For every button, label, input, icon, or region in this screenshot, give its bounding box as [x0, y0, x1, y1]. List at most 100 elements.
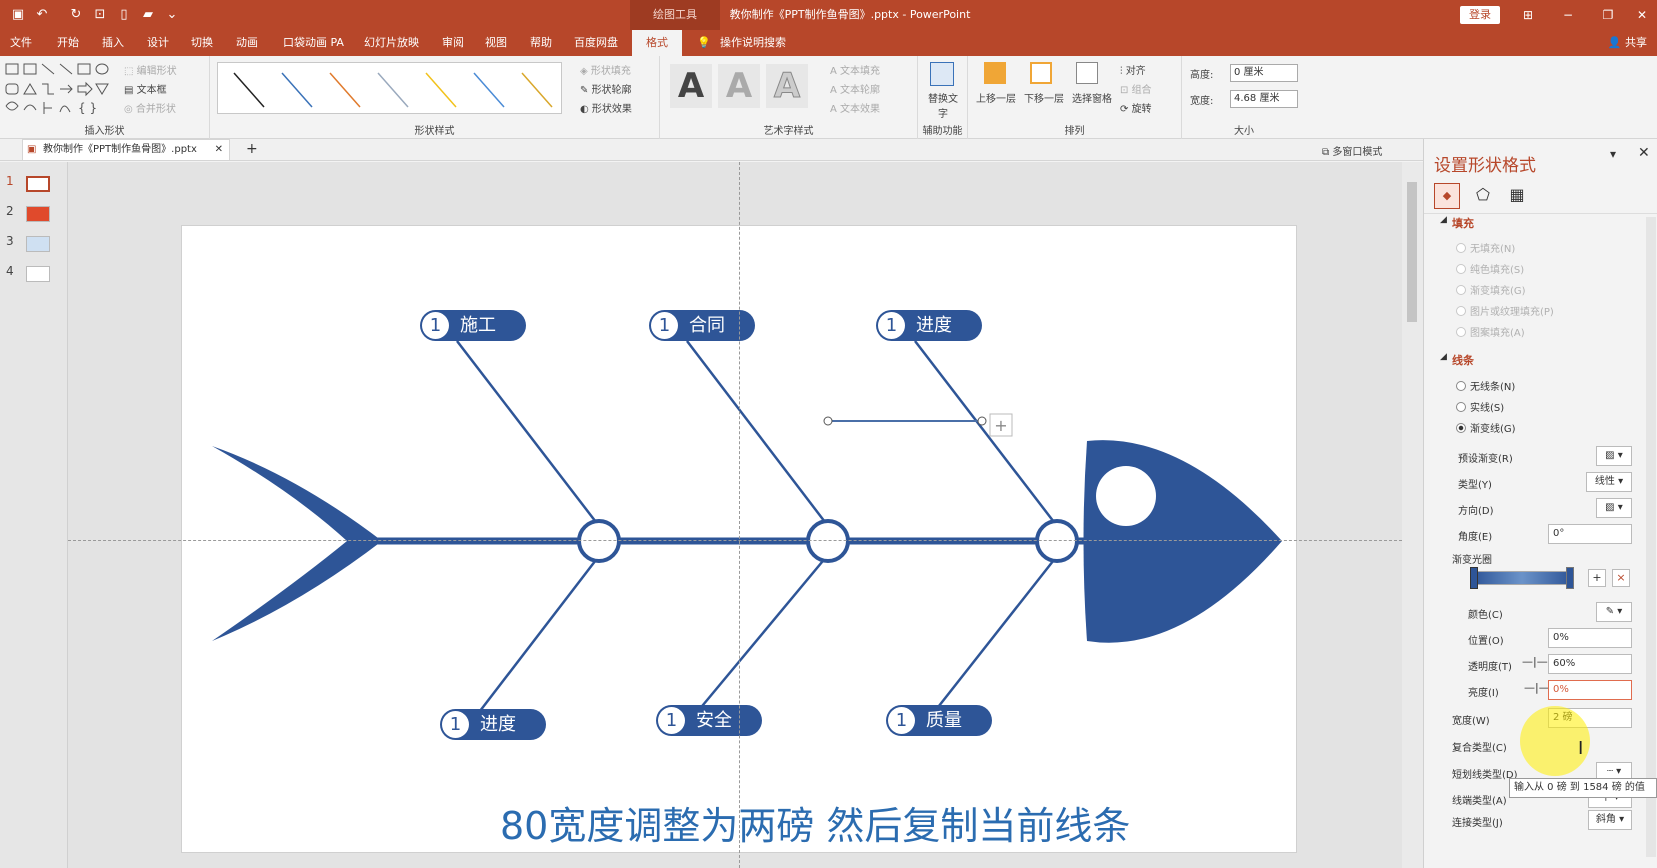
pane-close-icon[interactable]: ✕	[1638, 145, 1650, 161]
type-dropdown[interactable]: 线性 ▾	[1586, 472, 1632, 492]
shapes-gallery[interactable]: { }	[4, 62, 114, 120]
selection-pane-button[interactable]: 选择窗格	[1072, 90, 1112, 105]
minimize-icon[interactable]: −	[1558, 5, 1578, 25]
new-file-icon[interactable]: ▯	[116, 7, 132, 23]
text-outline-button[interactable]: A 文本轮廓	[830, 81, 880, 96]
fill-option-gradient[interactable]: 渐变填充(G)	[1456, 282, 1526, 297]
line-handle-end[interactable]	[977, 416, 987, 426]
line-handle-start[interactable]	[823, 416, 833, 426]
direction-dropdown[interactable]: ▨ ▾	[1596, 498, 1632, 518]
line-option-none[interactable]: 无线条(N)	[1456, 378, 1515, 393]
open-folder-icon[interactable]: ▰	[140, 7, 156, 23]
effects-tab-icon[interactable]: ⬠	[1470, 183, 1496, 209]
collapse-line-icon[interactable]: ◢	[1440, 352, 1447, 362]
angle-input[interactable]: 0°	[1548, 524, 1632, 544]
fill-option-picture[interactable]: 图片或纹理填充(P)	[1456, 303, 1554, 318]
bone-joint[interactable]	[577, 519, 621, 563]
transparency-slider[interactable]: —|—	[1522, 655, 1548, 668]
line-section-header[interactable]: 线条	[1452, 352, 1474, 368]
textbox-button[interactable]: ▤ 文本框	[124, 81, 167, 96]
send-backward-button[interactable]: 下移一层	[1024, 90, 1064, 105]
gradient-stop-handle[interactable]	[1566, 567, 1574, 589]
tab-file[interactable]: 文件	[10, 30, 32, 56]
shape-effects-button[interactable]: ◐ 形状效果	[580, 100, 632, 115]
multi-window-button[interactable]: ⧉ 多窗口模式	[1322, 143, 1382, 158]
label-pill-top-3[interactable]: 1 进度	[876, 310, 982, 341]
line-option-solid[interactable]: 实线(S)	[1456, 399, 1504, 414]
fill-line-tab-icon[interactable]: ◆	[1434, 183, 1460, 209]
text-effects-button[interactable]: A 文本效果	[830, 100, 880, 115]
maximize-icon[interactable]: ❐	[1598, 5, 1618, 25]
bone-line[interactable]	[934, 555, 1058, 712]
bring-forward-button[interactable]: 上移一层	[976, 90, 1016, 105]
slide-thumbnail-4[interactable]	[26, 266, 50, 282]
tab-baidu[interactable]: 百度网盘	[574, 30, 618, 56]
tab-design[interactable]: 设计	[147, 30, 169, 56]
transparency-input[interactable]: 60%	[1548, 654, 1632, 674]
fill-section-header[interactable]: 填充	[1452, 215, 1474, 231]
shape-fill-button[interactable]: ◈ 形状填充	[580, 62, 631, 77]
redo-icon[interactable]: ↻	[68, 7, 84, 23]
rotate-button[interactable]: ⟳ 旋转	[1120, 100, 1152, 115]
document-tab[interactable]: ▣ 教你制作《PPT制作鱼骨图》.pptx ✕	[22, 139, 230, 161]
tab-format[interactable]: 格式	[632, 30, 682, 56]
preset-gradient-dropdown[interactable]: ▨ ▾	[1596, 446, 1632, 466]
tab-review[interactable]: 审阅	[442, 30, 464, 56]
bone-line[interactable]	[479, 555, 600, 712]
collapse-fill-icon[interactable]: ◢	[1440, 215, 1447, 225]
new-tab-icon[interactable]: +	[246, 141, 258, 157]
tab-insert[interactable]: 插入	[102, 30, 124, 56]
tab-animations[interactable]: 动画	[236, 30, 258, 56]
scrollbar-thumb[interactable]	[1407, 182, 1417, 322]
slide-thumbnail-1[interactable]	[26, 176, 50, 192]
color-picker-dropdown[interactable]: ✎ ▾	[1596, 602, 1632, 622]
wordart-style-2[interactable]: A	[718, 64, 760, 108]
brightness-slider[interactable]: —|—	[1524, 681, 1550, 694]
label-pill-top-1[interactable]: 1 施工	[420, 310, 526, 341]
bone-joint[interactable]	[806, 519, 850, 563]
wordart-style-1[interactable]: A	[670, 64, 712, 108]
remove-gradient-stop-icon[interactable]: ×	[1612, 569, 1630, 587]
fill-option-pattern[interactable]: 图案填充(A)	[1456, 324, 1525, 339]
tab-transitions[interactable]: 切换	[191, 30, 213, 56]
pane-scrollbar[interactable]	[1646, 217, 1656, 857]
tab-pocket-animation[interactable]: 口袋动画 PA	[283, 30, 344, 56]
line-style-gallery[interactable]	[217, 62, 562, 114]
share-button[interactable]: 👤 共享	[1608, 30, 1647, 56]
tab-slideshow[interactable]: 幻灯片放映	[364, 30, 419, 56]
join-type-dropdown[interactable]: 斜角 ▾	[1588, 810, 1632, 830]
vertical-scrollbar[interactable]	[1402, 162, 1423, 868]
bone-line[interactable]	[456, 340, 600, 527]
shape-outline-button[interactable]: ✎ 形状轮廓	[580, 81, 632, 96]
undo-icon[interactable]: ↶	[34, 7, 50, 23]
line-option-gradient[interactable]: 渐变线(G)	[1456, 420, 1516, 435]
tab-view[interactable]: 视图	[485, 30, 507, 56]
close-tab-icon[interactable]: ✕	[215, 140, 223, 160]
alt-text-button[interactable]: 替换文字	[928, 90, 958, 120]
gradient-stops-bar[interactable]	[1472, 571, 1572, 585]
label-pill-bottom-3[interactable]: 1 质量	[886, 705, 992, 736]
group-button[interactable]: ⊡ 组合	[1120, 81, 1152, 96]
gradient-stop-handle[interactable]	[1470, 567, 1478, 589]
width-input[interactable]: 4.68 厘米	[1230, 90, 1298, 108]
brightness-input[interactable]: 0%	[1548, 680, 1632, 700]
text-fill-button[interactable]: A 文本填充	[830, 62, 880, 77]
fill-option-solid[interactable]: 纯色填充(S)	[1456, 261, 1524, 276]
pane-options-icon[interactable]: ▾	[1610, 147, 1616, 161]
login-button[interactable]: 登录	[1460, 6, 1500, 24]
bone-line[interactable]	[697, 555, 828, 712]
edit-shape-button[interactable]: ⬚ 编辑形状	[124, 62, 177, 77]
add-gradient-stop-icon[interactable]: +	[1588, 569, 1606, 587]
customize-toolbar-icon[interactable]: ⌄	[164, 7, 180, 23]
present-icon[interactable]: ⊡	[92, 7, 108, 23]
align-button[interactable]: ⫶ 对齐	[1120, 62, 1146, 77]
ribbon-display-icon[interactable]: ⊞	[1518, 5, 1538, 25]
height-input[interactable]: 0 厘米	[1230, 64, 1298, 82]
bone-line[interactable]	[686, 340, 829, 527]
size-properties-tab-icon[interactable]: ▦	[1504, 183, 1530, 209]
bone-joint[interactable]	[1035, 519, 1079, 563]
merge-shapes-button[interactable]: ◎ 合并形状	[124, 100, 176, 115]
fill-option-none[interactable]: 无填充(N)	[1456, 240, 1515, 255]
wordart-style-3[interactable]: A	[766, 64, 808, 108]
slide-thumbnail-2[interactable]	[26, 206, 50, 222]
